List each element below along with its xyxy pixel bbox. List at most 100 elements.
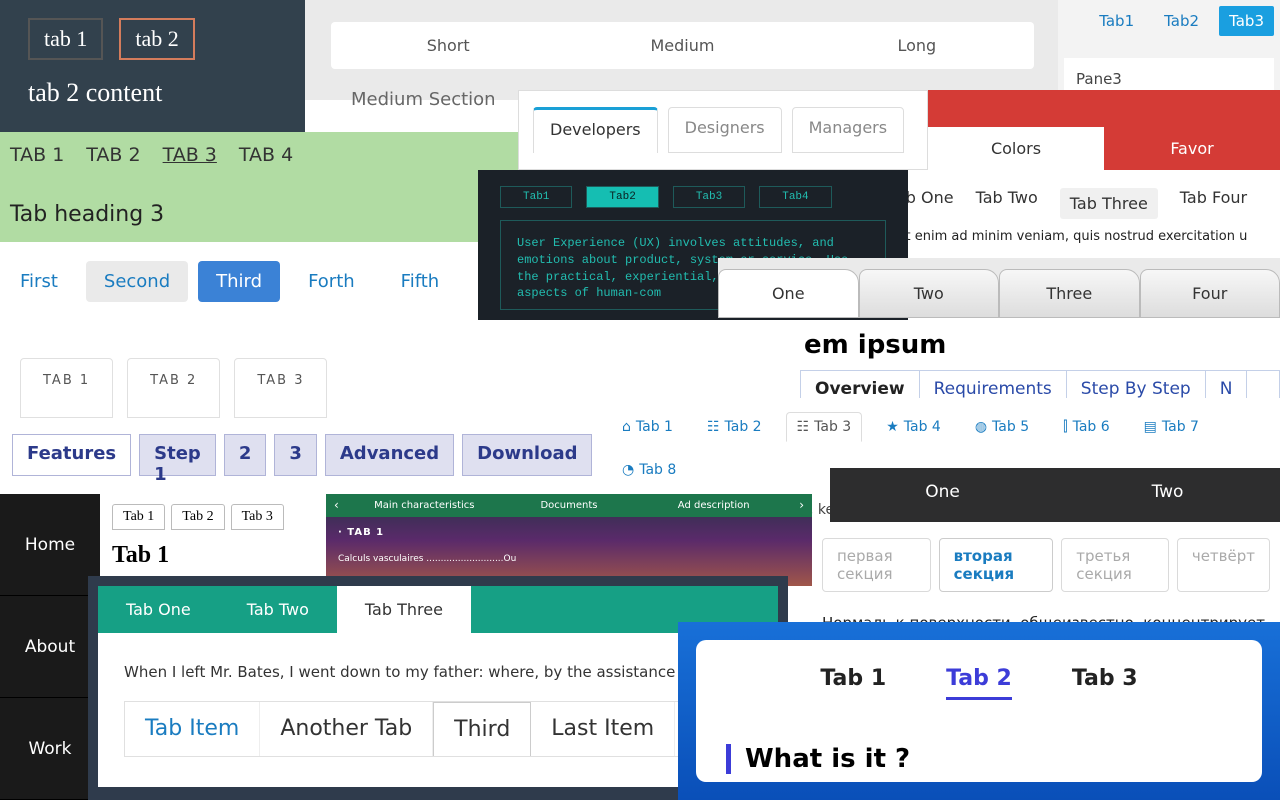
- tab-6[interactable]: ⫿Tab 6: [1053, 412, 1120, 442]
- tab-designers[interactable]: Designers: [668, 107, 782, 153]
- panel-russian-tabs: первая секция вторая секция третья секци…: [812, 528, 1280, 628]
- inner-tab-item[interactable]: Tab Item: [125, 702, 260, 756]
- tab-1[interactable]: Tab1: [1089, 6, 1144, 36]
- tab-favor[interactable]: Favor: [1104, 127, 1280, 170]
- tab-documents[interactable]: Documents: [497, 500, 642, 511]
- line-item: Calculs vasculaires ....................…: [326, 548, 812, 570]
- panel-overview: em ipsum Overview Requirements Step By S…: [794, 320, 1280, 398]
- heading: What is it ?: [726, 744, 1232, 774]
- tab-long[interactable]: Long: [800, 22, 1034, 69]
- tab-section-1[interactable]: первая секция: [822, 538, 931, 592]
- tab-fifth[interactable]: Fifth: [383, 261, 458, 302]
- tab-medium[interactable]: Medium: [565, 22, 799, 69]
- tab-8[interactable]: ◔Tab 8: [612, 456, 686, 484]
- sidebar: Home About Work: [0, 494, 100, 800]
- description: Ut enim ad minim veniam, quis nostrud ex…: [896, 229, 1260, 244]
- inner-tab-last[interactable]: Last Item: [531, 702, 675, 756]
- tab-two[interactable]: Tab Two: [976, 188, 1038, 219]
- tab-2[interactable]: Tab2: [586, 186, 658, 208]
- tab-three[interactable]: Three: [999, 269, 1140, 318]
- tab-developers[interactable]: Developers: [533, 107, 658, 153]
- list-icon: ☷: [707, 419, 720, 435]
- inner-tab-third[interactable]: Third: [433, 702, 531, 756]
- inner-tab-another[interactable]: Another Tab: [260, 702, 433, 756]
- tab-two[interactable]: Two: [1055, 468, 1280, 522]
- tab-ad-desc[interactable]: Ad description: [641, 500, 786, 511]
- tab-three[interactable]: Tab Three: [1060, 188, 1158, 219]
- tab-3[interactable]: Tab 3: [231, 504, 284, 530]
- tab-2[interactable]: tab 2: [119, 18, 194, 60]
- tab-advanced[interactable]: Advanced: [325, 434, 454, 476]
- tab-7[interactable]: ▤Tab 7: [1134, 412, 1209, 442]
- tab-one[interactable]: One: [830, 468, 1055, 522]
- chevron-right-icon[interactable]: ›: [799, 498, 804, 512]
- tab-four[interactable]: Tab Four: [1180, 188, 1247, 219]
- tab-download[interactable]: Download: [462, 434, 592, 476]
- tab-3[interactable]: ☷Tab 3: [786, 412, 863, 442]
- panel-one-two-dark: One Two: [830, 468, 1280, 522]
- tab-forth[interactable]: Forth: [290, 261, 373, 302]
- tab-2[interactable]: Tab 2: [946, 666, 1012, 700]
- tab-content: tab 2 content: [28, 78, 277, 108]
- panel-outlined-tabs: TAB 1 TAB 2 TAB 3: [0, 338, 400, 418]
- panel-roles: Developers Designers Managers: [518, 90, 928, 170]
- tab-two[interactable]: Tab Two: [219, 586, 337, 633]
- tab-four[interactable]: Four: [1140, 269, 1280, 318]
- tab-2[interactable]: Tab2: [1154, 6, 1209, 36]
- tab-third[interactable]: Third: [198, 261, 280, 302]
- panel-blue-card: Tab 1 Tab 2 Tab 3 What is it ?: [678, 622, 1280, 800]
- tab-1[interactable]: Tab1: [500, 186, 572, 208]
- panel-short-medium-long: Short Medium Long Medium Section: [305, 0, 1060, 100]
- tab-4[interactable]: ★Tab 4: [876, 412, 951, 442]
- tab-section-3[interactable]: третья секция: [1061, 538, 1169, 592]
- tab-3[interactable]: 3: [274, 434, 317, 476]
- panel-first-sixth: First Second Third Forth Fifth Sixth: [0, 246, 480, 316]
- globe-icon: ◍: [975, 419, 987, 435]
- tab-1[interactable]: Tab 1: [820, 666, 886, 700]
- panel-curved-tabs: One Two Three Four: [718, 258, 1280, 318]
- tab-second[interactable]: Second: [86, 261, 188, 302]
- tab-short[interactable]: Short: [331, 22, 565, 69]
- tab-two[interactable]: Two: [859, 269, 1000, 318]
- tab-1[interactable]: TAB 1: [10, 144, 64, 166]
- chevron-left-icon[interactable]: ‹: [334, 498, 339, 512]
- tab-main[interactable]: Main characteristics: [352, 500, 497, 511]
- tab-2[interactable]: ☷Tab 2: [697, 412, 772, 442]
- tab-one[interactable]: One: [718, 269, 859, 318]
- tab-3[interactable]: Tab 3: [1072, 666, 1138, 700]
- tab-2[interactable]: TAB 2: [86, 144, 140, 166]
- sidebar-item-home[interactable]: Home: [0, 494, 100, 596]
- star-icon: ★: [886, 419, 899, 435]
- tab-2[interactable]: 2: [224, 434, 267, 476]
- tab-step1[interactable]: Step 1: [139, 434, 216, 476]
- heading: em ipsum: [804, 330, 1280, 360]
- tab-one[interactable]: Tab One: [98, 586, 219, 633]
- tab-managers[interactable]: Managers: [792, 107, 904, 153]
- tab-colors[interactable]: Colors: [928, 127, 1104, 170]
- tab-4[interactable]: Tab4: [759, 186, 831, 208]
- home-icon: ⌂: [622, 419, 631, 435]
- body-text: When I left Mr. Bates, I went down to my…: [124, 663, 752, 681]
- tab-first[interactable]: First: [2, 261, 76, 302]
- tab-2[interactable]: TAB 2: [127, 358, 220, 418]
- chart-icon: ⫿: [1063, 419, 1067, 435]
- tab-3[interactable]: Tab3: [1219, 6, 1274, 36]
- tab-section-2[interactable]: вторая секция: [939, 538, 1054, 592]
- tab-three[interactable]: Tab Three: [337, 586, 471, 633]
- tab-1[interactable]: TAB 1: [20, 358, 113, 418]
- tab-2[interactable]: Tab 2: [171, 504, 224, 530]
- tab-5[interactable]: ◍Tab 5: [965, 412, 1039, 442]
- tab-3[interactable]: Tab3: [673, 186, 745, 208]
- tab-1[interactable]: Tab 1: [112, 504, 165, 530]
- tab-4[interactable]: TAB 4: [239, 144, 293, 166]
- tab-section-4[interactable]: четвёрт: [1177, 538, 1270, 592]
- tab-3[interactable]: TAB 3: [163, 144, 217, 166]
- panel-serif-tabs: Tab 1 Tab 2 Tab 3 Tab 1: [102, 494, 322, 578]
- tab-1[interactable]: tab 1: [28, 18, 103, 60]
- sidebar-item-work[interactable]: Work: [0, 698, 100, 800]
- tab-3[interactable]: TAB 3: [234, 358, 327, 418]
- tab-features[interactable]: Features: [12, 434, 131, 476]
- tab-1[interactable]: ⌂Tab 1: [612, 412, 683, 442]
- sidebar-item-about[interactable]: About: [0, 596, 100, 698]
- panel-red-colors: Colors Favor: [928, 90, 1280, 170]
